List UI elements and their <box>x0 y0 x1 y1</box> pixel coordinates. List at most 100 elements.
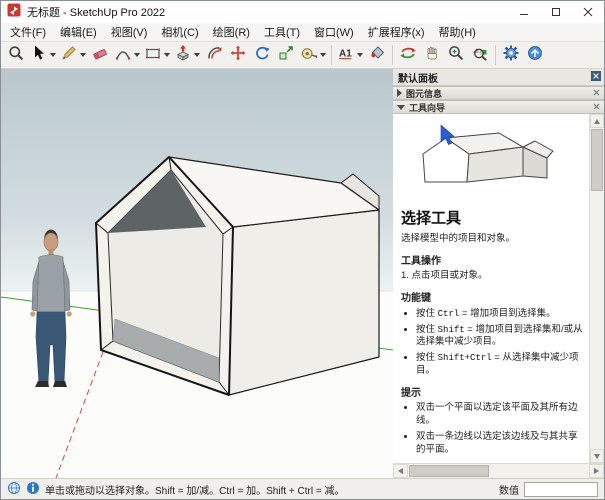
arc-tool-button[interactable] <box>112 43 142 67</box>
modifier-item: 按住 Shift = 增加项目到选择集和/或从选择集中减少项目。 <box>416 324 583 350</box>
modeling-viewport[interactable] <box>1 69 393 478</box>
push-pull-icon <box>174 44 192 67</box>
instructor-description: 选择模型中的项目和对象。 <box>401 233 583 246</box>
gear-icon <box>502 44 520 67</box>
modifiers-title: 功能键 <box>401 292 583 306</box>
toolbar-separator <box>331 45 332 65</box>
menu-window[interactable]: 窗口(W) <box>307 22 361 42</box>
operation-step: 1. 点击项目或对象。 <box>401 270 583 283</box>
select-tool-button[interactable] <box>28 43 58 67</box>
scale-tool-button[interactable] <box>274 43 298 67</box>
zoom-tool-button[interactable] <box>444 43 468 67</box>
sketchup-window: 无标题 - SketchUp Pro 2022 文件(F) 编辑(E) 视图(V… <box>0 0 605 500</box>
tray-close-button[interactable] <box>591 71 601 84</box>
tip-item: 双击一条边线以选定该边线及与其共享的平面。 <box>416 431 583 457</box>
extension-warehouse-button[interactable] <box>523 43 547 67</box>
orbit-tool-button[interactable] <box>396 43 420 67</box>
arrow-up-icon <box>594 119 600 124</box>
menu-tools[interactable]: 工具(T) <box>257 22 307 42</box>
status-bar: 单击或拖动以选择对象。Shift = 加/减。Ctrl = 加。Shift + … <box>1 478 604 499</box>
line-tool-button[interactable] <box>58 43 88 67</box>
tray-title: 默认面板 <box>398 70 438 85</box>
offset-icon <box>205 44 223 67</box>
menu-view[interactable]: 视图(V) <box>104 22 155 42</box>
dropdown-caret[interactable] <box>357 53 363 57</box>
text-tool-button[interactable]: A1 <box>335 43 365 67</box>
section-entity-info[interactable]: 图元信息 <box>393 86 604 100</box>
arrow-left-icon <box>398 468 403 474</box>
rotate-tool-button[interactable] <box>250 43 274 67</box>
section-instructor[interactable]: 工具向导 <box>393 100 604 114</box>
zoom-extents-tool-button[interactable] <box>468 43 492 67</box>
main-area: 默认面板 图元信息 工具向导 <box>1 69 604 478</box>
scroll-track[interactable] <box>408 464 589 478</box>
scroll-up-button[interactable] <box>590 114 604 128</box>
vertical-scrollbar[interactable] <box>589 114 604 463</box>
paint-bucket-tool-button[interactable] <box>365 43 389 67</box>
measurement-label: 数值 <box>499 482 519 497</box>
push-pull-tool-button[interactable] <box>172 43 202 67</box>
section-entity-info-label: 图元信息 <box>406 87 442 100</box>
zoom-icon <box>447 44 465 67</box>
menu-edit[interactable]: 编辑(E) <box>53 22 104 42</box>
tip-item: 双击一个平面以选定该平面及其所有边线。 <box>416 402 583 428</box>
geolocation-icon[interactable] <box>7 481 21 498</box>
search-tool-button[interactable] <box>4 43 28 67</box>
dropdown-caret[interactable] <box>80 53 86 57</box>
rotate-icon <box>253 44 271 67</box>
menu-file[interactable]: 文件(F) <box>3 22 53 42</box>
minimize-button[interactable] <box>508 1 540 23</box>
measurement-input[interactable] <box>524 482 598 497</box>
maximize-button[interactable] <box>540 1 572 23</box>
toolbar: A1 <box>1 42 604 69</box>
section-close-icon[interactable] <box>593 102 600 112</box>
dropdown-caret[interactable] <box>134 53 140 57</box>
move-tool-button[interactable] <box>226 43 250 67</box>
modifier-item: 按住 Shift+Ctrl = 从选择集中减少项目。 <box>416 352 583 378</box>
pan-tool-button[interactable] <box>420 43 444 67</box>
tape-measure-icon <box>300 44 318 67</box>
search-icon <box>7 44 25 67</box>
dropdown-caret[interactable] <box>320 53 326 57</box>
section-close-icon[interactable] <box>593 88 600 98</box>
instructor-illustration <box>401 120 583 203</box>
eraser-tool-button[interactable] <box>88 43 112 67</box>
close-button[interactable] <box>572 1 604 23</box>
arrow-right-icon <box>594 468 599 474</box>
arrow-down-icon <box>594 454 600 459</box>
menu-bar: 文件(F) 编辑(E) 视图(V) 相机(C) 绘图(R) 工具(T) 窗口(W… <box>1 23 604 42</box>
tips-list: 双击一个平面以选定该平面及其所有边线。 双击一条边线以选定该边线及与其共享的平面… <box>416 402 583 456</box>
menu-extensions[interactable]: 扩展程序(x) <box>361 22 432 42</box>
eraser-icon <box>91 44 109 67</box>
scroll-left-button[interactable] <box>393 464 408 478</box>
menu-camera[interactable]: 相机(C) <box>154 22 205 42</box>
operations-title: 工具操作 <box>401 255 583 269</box>
scroll-thumb[interactable] <box>591 129 603 191</box>
menu-help[interactable]: 帮助(H) <box>432 22 483 42</box>
tape-measure-tool-button[interactable] <box>298 43 328 67</box>
text-a1-icon: A1 <box>337 44 355 67</box>
pan-hand-icon <box>423 44 441 67</box>
info-icon[interactable] <box>26 481 40 498</box>
svg-text:A1: A1 <box>339 48 352 59</box>
select-arrow-icon <box>30 44 48 67</box>
dropdown-caret[interactable] <box>50 53 56 57</box>
scroll-down-button[interactable] <box>590 449 604 463</box>
scroll-thumb[interactable] <box>409 465 489 477</box>
window-controls <box>508 1 604 23</box>
modifier-list: 按住 Ctrl = 增加项目到选择集。 按住 Shift = 增加项目到选择集和… <box>416 308 583 378</box>
dropdown-caret[interactable] <box>194 53 200 57</box>
orbit-icon <box>399 44 417 67</box>
menu-draw[interactable]: 绘图(R) <box>206 22 257 42</box>
scroll-track[interactable] <box>590 128 604 449</box>
house-model <box>96 157 379 395</box>
offset-tool-button[interactable] <box>202 43 226 67</box>
scroll-right-button[interactable] <box>589 464 604 478</box>
extension-manager-button[interactable] <box>499 43 523 67</box>
paint-bucket-icon <box>368 44 386 67</box>
rectangle-tool-button[interactable] <box>142 43 172 67</box>
dropdown-caret[interactable] <box>164 53 170 57</box>
instructor-content: 选择工具 选择模型中的项目和对象。 工具操作 1. 点击项目或对象。 功能键 按… <box>393 114 589 463</box>
horizontal-scrollbar[interactable] <box>393 463 604 478</box>
warehouse-icon <box>526 44 544 67</box>
